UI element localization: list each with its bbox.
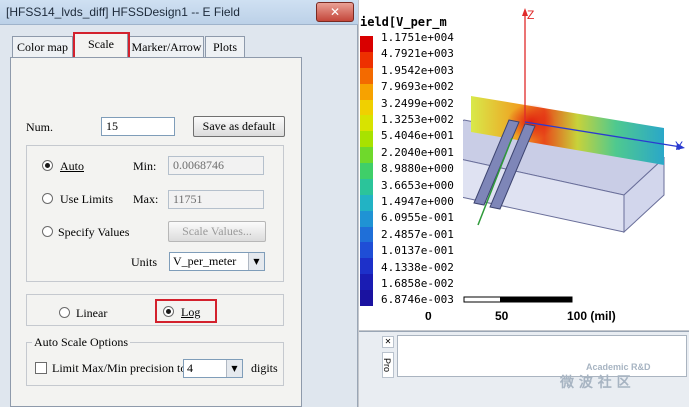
legend-tick-label: 1.6858e-002	[381, 277, 454, 290]
auto-radio[interactable]	[42, 160, 53, 171]
legend-tick-label: 6.8746e-003	[381, 293, 454, 307]
legend-tick-label: 7.9693e+002	[381, 80, 454, 94]
colorbar-swatch	[360, 99, 373, 116]
chevron-down-icon: ▼	[226, 360, 242, 377]
legend-tick-label: 8.9880e+000	[381, 162, 454, 176]
legend-tick-label: 2.2040e+001	[381, 145, 454, 159]
specify-values-label: Specify Values	[58, 225, 130, 239]
colorbar-swatch	[360, 147, 373, 164]
min-field[interactable]: 0.0068746	[168, 156, 264, 175]
units-label: Units	[131, 255, 158, 269]
colorbar-swatch	[360, 131, 373, 148]
num-input[interactable]: 15	[101, 117, 175, 136]
specify-values-radio[interactable]	[42, 226, 53, 237]
num-label: Num.	[26, 120, 53, 134]
precision-value: 4	[187, 361, 193, 375]
legend-tick-label: 3.2499e+002	[381, 96, 454, 110]
legend-tick-label: 1.9542e+003	[381, 63, 454, 77]
colorbar-swatch	[360, 226, 373, 243]
colorbar-swatch	[360, 163, 373, 180]
units-value: V_per_meter	[173, 254, 237, 268]
close-button[interactable]: ✕	[316, 2, 354, 22]
min-label: Min:	[133, 159, 157, 173]
limit-precision-label: Limit Max/Min precision to	[52, 361, 187, 375]
legend-tick-label: 5.4046e+001	[381, 129, 454, 143]
dialog-title: [HFSS14_lvds_diff] HFSSDesign1 -- E Fiel…	[6, 5, 240, 19]
legend-tick-label: 1.1751e+004	[381, 31, 454, 44]
progress-side-tab[interactable]: Pro	[382, 352, 394, 378]
tab-color-map[interactable]: Color map	[12, 36, 73, 58]
chevron-down-icon: ▼	[248, 253, 264, 270]
auto-scale-options-label: Auto Scale Options	[32, 335, 130, 350]
precision-select[interactable]: 4 ▼	[183, 359, 243, 378]
legend-tick-label: 1.3253e+002	[381, 113, 454, 126]
scale-tab-highlight	[73, 32, 130, 60]
colorbar-swatch	[360, 178, 373, 196]
y-axis-label: Y	[675, 139, 684, 153]
log-radio[interactable]	[163, 306, 174, 317]
legend-tick-label: 4.1338e-002	[381, 260, 454, 274]
colorbar-swatch	[360, 242, 373, 259]
auto-label: Auto	[60, 159, 84, 173]
use-limits-radio[interactable]	[42, 193, 53, 204]
colorbar-swatch	[360, 258, 373, 275]
legend-tick-label: 4.7921e+003	[381, 47, 454, 61]
colorbar-swatch	[360, 83, 373, 101]
save-as-default-button[interactable]: Save as default	[193, 116, 285, 137]
units-select[interactable]: V_per_meter ▼	[169, 252, 265, 271]
tab-plots[interactable]: Plots	[205, 36, 245, 58]
legend-colorbar	[360, 36, 373, 307]
close-icon[interactable]: ✕	[382, 336, 394, 348]
z-axis-label: Z	[527, 8, 535, 22]
watermark-line1: Academic R&D	[586, 362, 651, 372]
legend-tick-label: 6.0955e-001	[381, 211, 454, 225]
use-limits-label: Use Limits	[60, 192, 113, 206]
max-label: Max:	[133, 192, 159, 206]
colorbar-swatch	[360, 290, 373, 307]
scale-bar-label-100: 100 (mil)	[567, 309, 616, 323]
scale-bar-label-50: 50	[495, 309, 509, 323]
scale-values-button[interactable]: Scale Values...	[168, 221, 266, 242]
linear-label: Linear	[76, 306, 108, 320]
colorbar-swatch	[360, 194, 373, 212]
legend-tick-label: 1.4947e+000	[381, 195, 454, 208]
colorbar-swatch	[360, 51, 373, 69]
legend-tick-label: 2.4857e-001	[381, 227, 454, 241]
watermark: Academic R&D 微 波 社 区	[560, 362, 651, 392]
max-field[interactable]: 11751	[168, 190, 264, 209]
legend-tick-label: 3.6653e+000	[381, 178, 454, 192]
colorbar-swatch	[360, 115, 373, 132]
colorbar-swatch	[360, 210, 373, 228]
watermark-line2: 微 波 社 区	[560, 375, 631, 391]
legend-title: ield[V_per_m	[360, 15, 447, 29]
dialog-titlebar[interactable]: [HFSS14_lvds_diff] HFSSDesign1 -- E Fiel…	[0, 0, 358, 25]
log-label: Log	[181, 305, 201, 319]
colorbar-swatch	[360, 67, 373, 85]
linear-radio[interactable]	[59, 307, 70, 318]
colorbar-swatch	[360, 274, 373, 291]
digits-label: digits	[251, 361, 278, 375]
scale-bar-fill	[500, 297, 572, 302]
legend-tick-label: 1.0137e-001	[381, 244, 454, 258]
tab-marker-arrow[interactable]: Marker/Arrow	[129, 36, 204, 58]
colorbar-swatch	[360, 36, 373, 53]
limit-precision-checkbox[interactable]	[35, 362, 47, 374]
